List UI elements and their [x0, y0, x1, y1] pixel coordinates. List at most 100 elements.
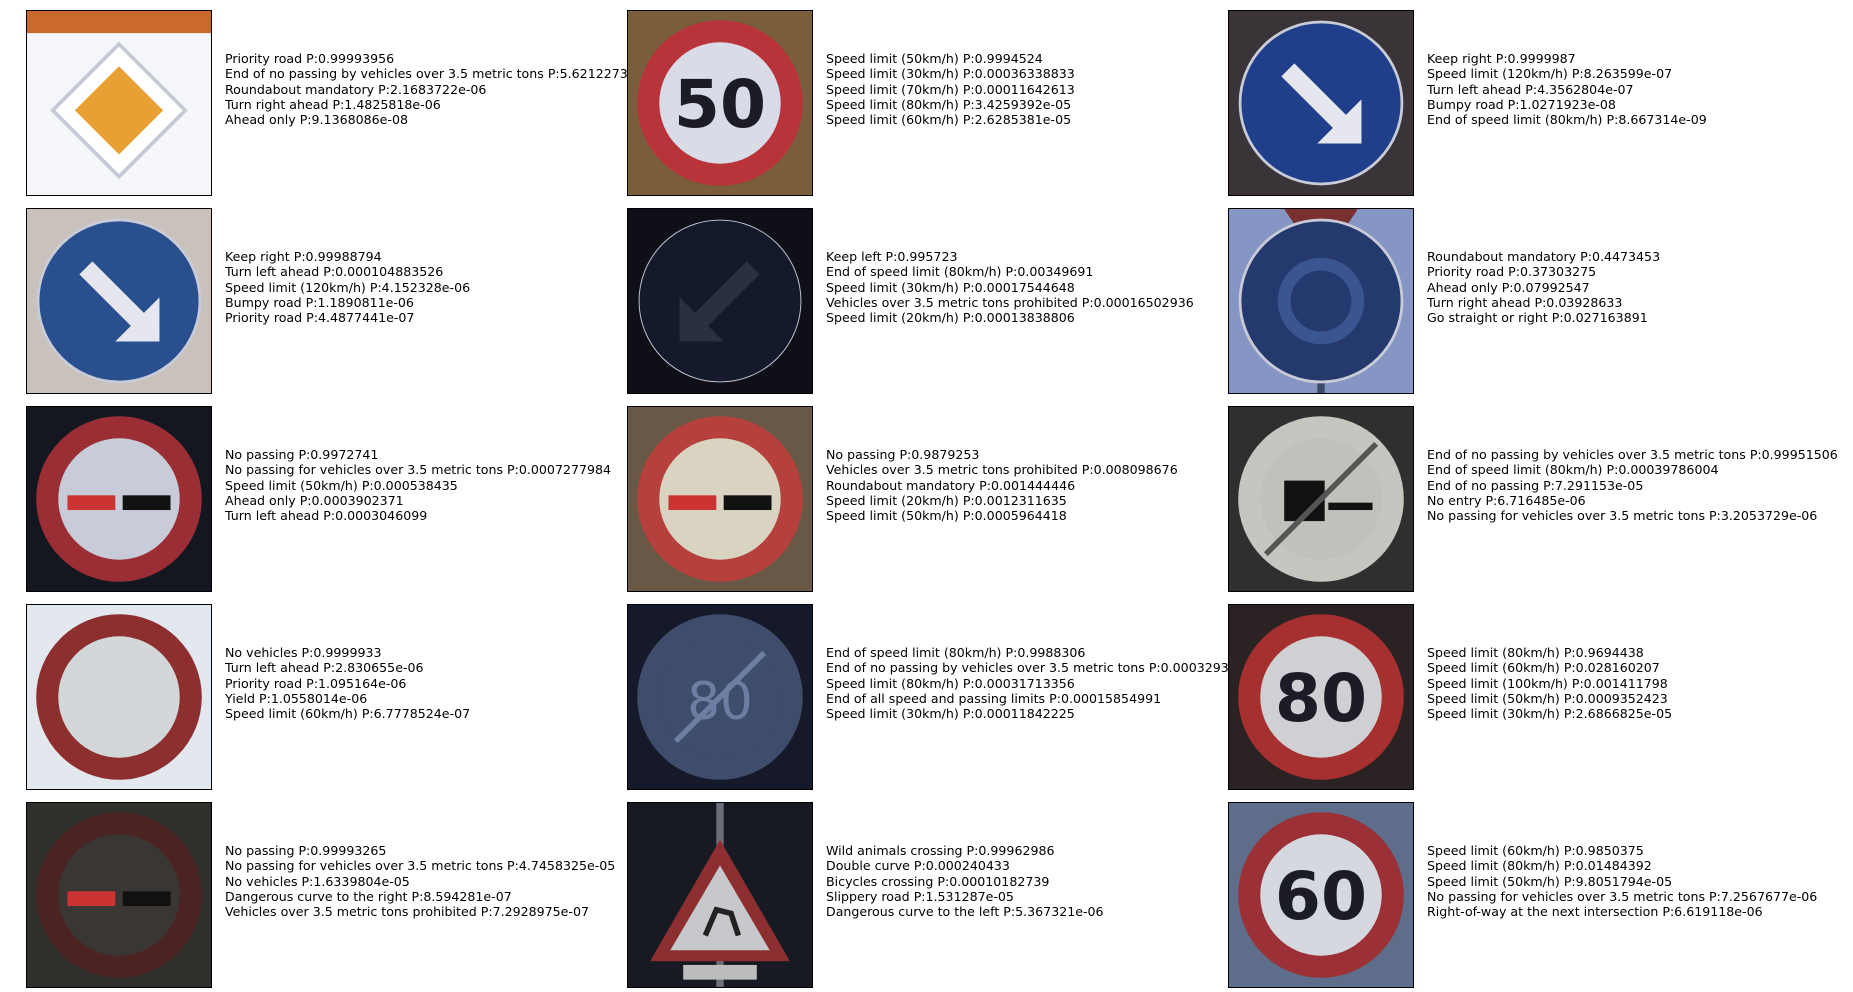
prediction-label: Speed limit (60km/h) [1427, 660, 1560, 676]
sign-thumbnail: 80 [1228, 604, 1414, 790]
prediction-probability: P:0.00015854991 [1045, 690, 1162, 706]
sign-thumbnail [1228, 10, 1414, 196]
prediction-probability: P:1.531287e-05 [909, 888, 1014, 904]
prediction-line: Vehicles over 3.5 metric tons prohibited… [826, 295, 1194, 310]
prediction-line: Speed limit (80km/h) P:0.00031713356 [826, 676, 1229, 691]
prediction-line: Speed limit (60km/h) P:0.028160207 [1427, 660, 1672, 675]
prediction-probability: P:6.619118e-06 [1658, 904, 1763, 920]
top5-predictions: Priority road P:0.99993956 End of no pass… [225, 51, 628, 127]
prediction-probability: P:8.667314e-09 [1602, 112, 1707, 128]
prediction-panel: No passing P:0.9972741 No passing for veh… [26, 406, 626, 596]
prediction-label: Priority road [225, 51, 303, 66]
prediction-line: No vehicles P:0.9999933 [225, 645, 470, 660]
prediction-label: End of all speed and passing limits [826, 690, 1046, 706]
no-passing-sign-icon [36, 812, 202, 978]
prediction-label: Roundabout mandatory [826, 477, 976, 493]
prediction-label: Go straight or right [1427, 310, 1548, 326]
prediction-probability: P:1.1890811e-06 [301, 294, 414, 310]
sign-thumbnail [26, 208, 212, 394]
prediction-probability: P:8.263599e-07 [1567, 66, 1673, 82]
prediction-line: Speed limit (60km/h) P:2.6285381e-05 [826, 112, 1075, 127]
prediction-probability: P:0.0012311635 [958, 492, 1067, 508]
prediction-label: Turn left ahead [225, 264, 320, 280]
top5-predictions: Wild animals crossing P:0.99962986 Double… [826, 843, 1104, 919]
top5-predictions: Keep right P:0.9999987 Speed limit (120km… [1427, 51, 1707, 127]
prediction-label: Speed limit (120km/h) [1427, 66, 1568, 82]
prediction-line: Dangerous curve to the left P:5.367321e-… [826, 904, 1104, 919]
sign-number: 60 [1275, 858, 1367, 935]
prediction-label: No vehicles [225, 645, 298, 660]
prediction-probability: P:0.00011642613 [958, 81, 1075, 97]
prediction-label: Speed limit (30km/h) [826, 279, 959, 295]
sign-image: 50 [628, 11, 812, 195]
prediction-label: No passing for vehicles over 3.5 metric … [1427, 888, 1706, 904]
prediction-line: Speed limit (50km/h) P:0.0005964418 [826, 508, 1178, 523]
sign-thumbnail [26, 604, 212, 790]
prediction-line: Ahead only P:0.0003902371 [225, 493, 611, 508]
sign-image [628, 803, 812, 987]
prediction-line: Speed limit (60km/h) P:6.7778524e-07 [225, 706, 470, 721]
prediction-probability: P:0.99993265 [294, 843, 387, 858]
prediction-line: Roundabout mandatory P:0.001444446 [826, 478, 1178, 493]
sign-thumbnail [26, 10, 212, 196]
prediction-line: Turn left ahead P:2.830655e-06 [225, 660, 470, 675]
prediction-probability: P:0.027163891 [1547, 310, 1648, 326]
prediction-label: End of speed limit (80km/h) [826, 264, 1002, 280]
prediction-line: Speed limit (60km/h) P:0.9850375 [1427, 843, 1817, 858]
prediction-label: Ahead only [1427, 279, 1498, 295]
prediction-probability: P:0.9850375 [1559, 843, 1644, 858]
prediction-line: No vehicles P:1.6339804e-05 [225, 874, 615, 889]
prediction-line: No passing P:0.9972741 [225, 447, 611, 462]
prediction-probability: P:4.4877441e-07 [302, 310, 415, 326]
prediction-line: Speed limit (30km/h) P:0.00036338833 [826, 66, 1075, 81]
prediction-line: Vehicles over 3.5 metric tons prohibited… [826, 462, 1178, 477]
prediction-line: No passing for vehicles over 3.5 metric … [225, 462, 611, 477]
prediction-probability: P:0.00039786004 [1602, 462, 1719, 478]
prediction-line: Turn right ahead P:0.03928633 [1427, 295, 1660, 310]
prediction-probability: P:0.00016502936 [1077, 294, 1194, 310]
prediction-line: Speed limit (100km/h) P:0.001411798 [1427, 676, 1672, 691]
prediction-panel: Priority road P:0.99993956 End of no pass… [26, 10, 628, 200]
prediction-probability: P:0.07992547 [1497, 279, 1590, 295]
prediction-label: Bicycles crossing [826, 873, 934, 889]
prediction-probability: P:2.6285381e-05 [958, 112, 1072, 128]
prediction-label: Speed limit (80km/h) [1427, 858, 1560, 874]
prediction-line: Speed limit (50km/h) P:0.000538435 [225, 478, 611, 493]
prediction-panel: No passing P:0.99993265 No passing for ve… [26, 802, 626, 992]
prediction-probability: P:6.7778524e-07 [357, 706, 471, 722]
prediction-line: Turn left ahead P:0.0003046099 [225, 508, 611, 523]
prediction-line: Roundabout mandatory P:0.4473453 [1427, 249, 1660, 264]
prediction-panel: Roundabout mandatory P:0.4473453 Priority… [1228, 208, 1828, 398]
prediction-line: Turn left ahead P:0.000104883526 [225, 264, 470, 279]
prediction-label: Speed limit (70km/h) [826, 81, 959, 97]
sign-thumbnail [1228, 406, 1414, 592]
prediction-probability: P:0.00031713356 [958, 675, 1075, 691]
prediction-line: Priority road P:0.37303275 [1427, 264, 1660, 279]
prediction-probability: P:6.716485e-06 [1481, 492, 1586, 508]
sign-thumbnail [26, 406, 212, 592]
prediction-label: Speed limit (50km/h) [826, 508, 959, 524]
prediction-line: Speed limit (80km/h) P:0.9694438 [1427, 645, 1672, 660]
prediction-label: Priority road [225, 675, 303, 691]
prediction-line: Speed limit (30km/h) P:0.00011842225 [826, 706, 1229, 721]
prediction-line: End of speed limit (80km/h) P:8.667314e-… [1427, 112, 1707, 127]
prediction-line: Double curve P:0.000240433 [826, 858, 1104, 873]
prediction-probability: P:0.9879253 [895, 447, 980, 462]
prediction-line: Speed limit (30km/h) P:0.00017544648 [826, 280, 1194, 295]
prediction-probability: P:0.9999987 [1491, 51, 1576, 66]
prediction-label: No passing [225, 447, 295, 462]
sign-thumbnail [627, 208, 813, 394]
prediction-panel: 80 Speed limit (80km/h) P:0.9694438 Speed … [1228, 604, 1828, 794]
prediction-label: No passing [225, 843, 295, 858]
prediction-line: Keep right P:0.99988794 [225, 249, 470, 264]
prediction-line: End of no passing by vehicles over 3.5 m… [1427, 447, 1838, 462]
prediction-line: Speed limit (30km/h) P:2.6866825e-05 [1427, 706, 1672, 721]
prediction-label: Slippery road [826, 888, 910, 904]
prediction-probability: P:0.0007277984 [503, 462, 612, 478]
prediction-label: Speed limit (60km/h) [826, 112, 959, 128]
prediction-label: Speed limit (80km/h) [826, 96, 959, 112]
end-speed-limit-80-sign-icon: 80 [637, 614, 803, 780]
prediction-label: End of no passing by vehicles over 3.5 m… [225, 66, 544, 82]
end-no-passing-trucks-sign-icon [1238, 416, 1404, 582]
prediction-panel: End of no passing by vehicles over 3.5 m… [1228, 406, 1838, 596]
